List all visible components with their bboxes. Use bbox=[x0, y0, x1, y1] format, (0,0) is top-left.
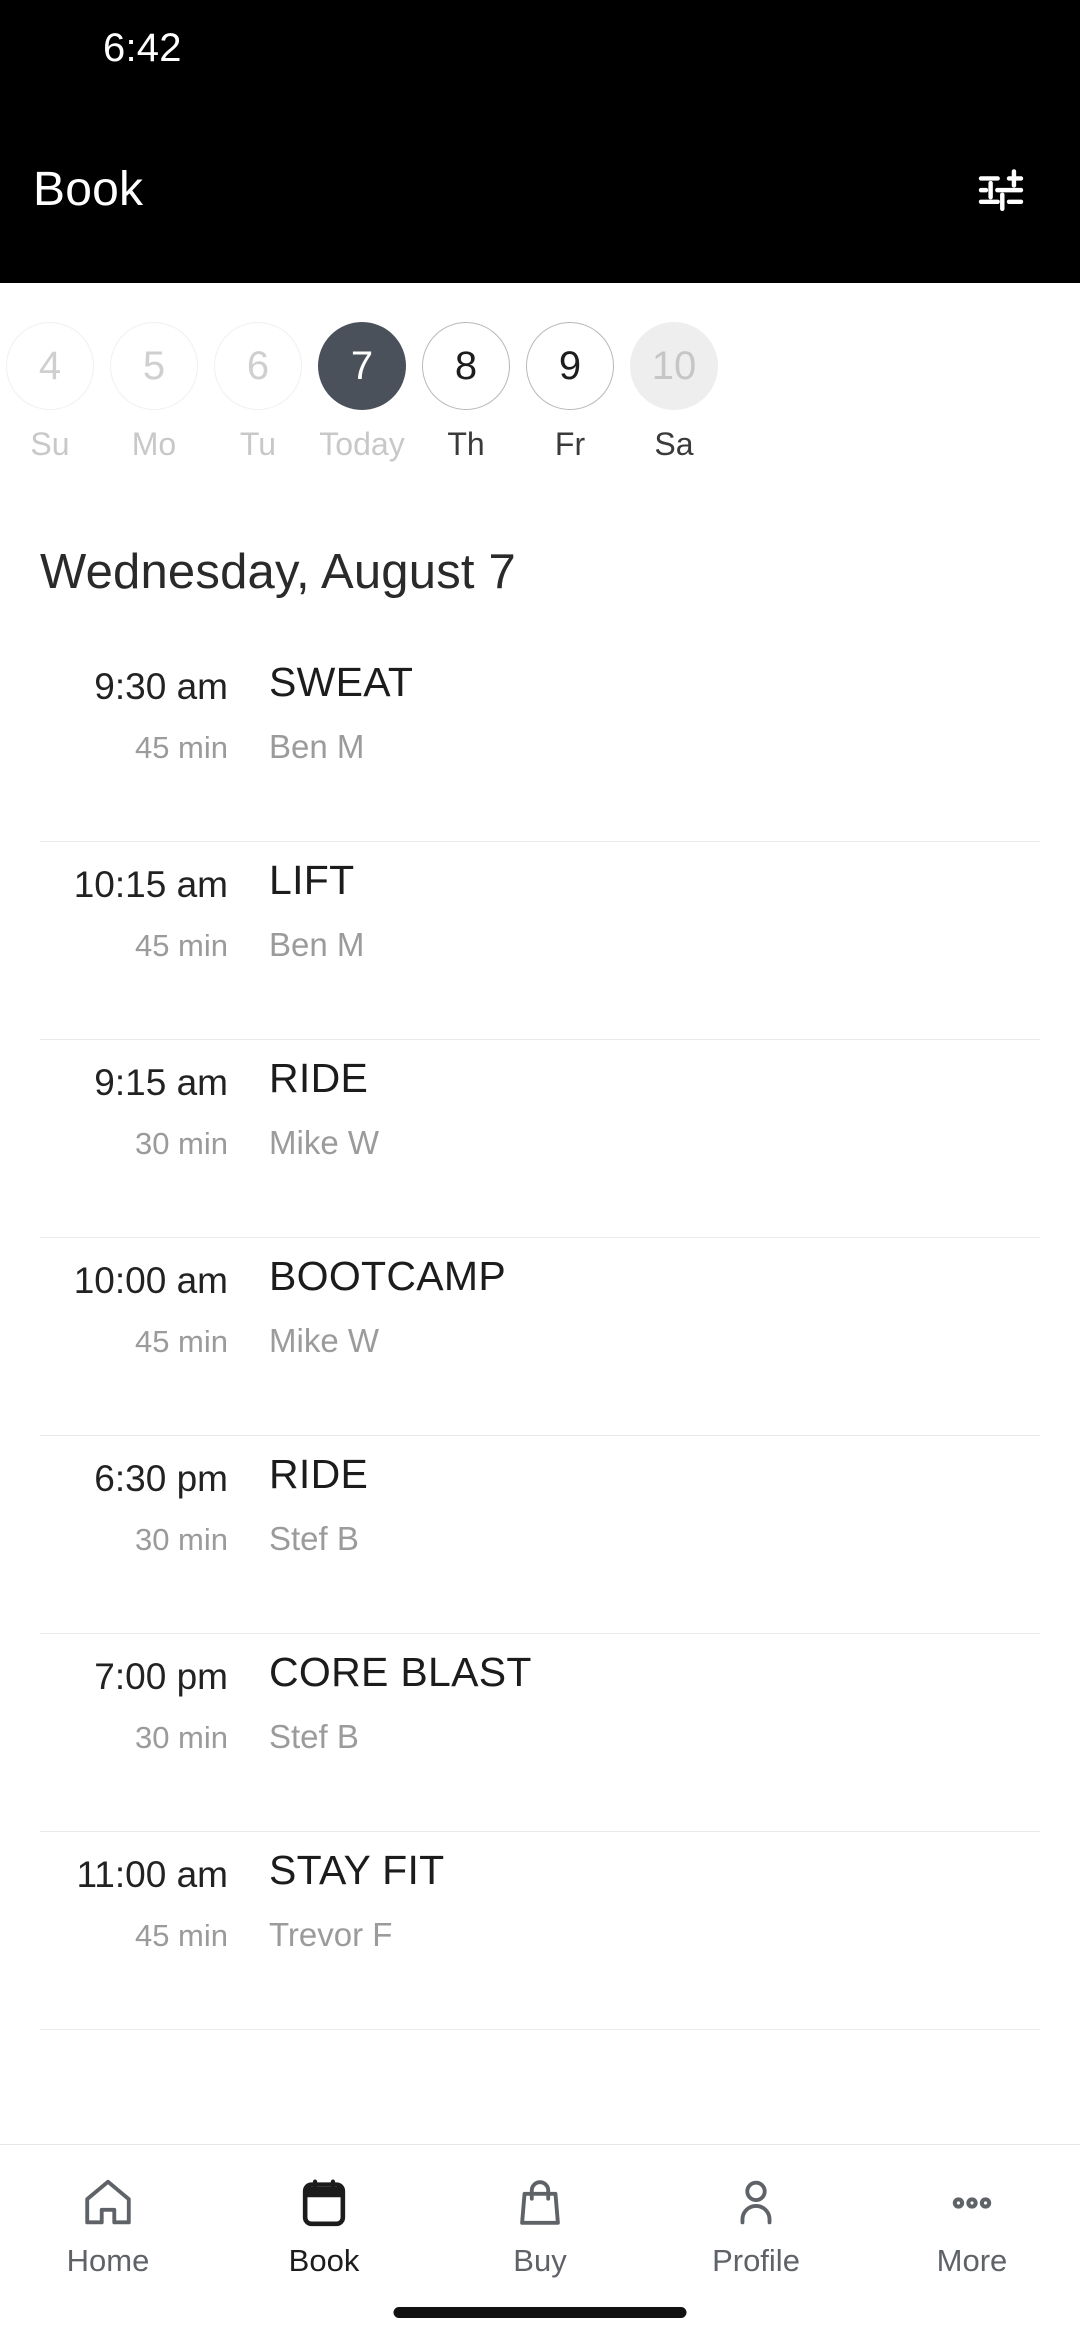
nav-label: More bbox=[936, 2243, 1008, 2278]
date-weekday: Su bbox=[30, 426, 70, 462]
class-duration: 45 min bbox=[134, 1917, 228, 1953]
class-duration: 30 min bbox=[134, 1125, 228, 1161]
date-chip-1[interactable]: 5 Mo bbox=[102, 283, 206, 460]
class-row[interactable]: 9:15 am 30 min RIDE Mike W bbox=[40, 1040, 1040, 1238]
class-row[interactable]: 11:00 am 45 min STAY FIT Trevor F bbox=[40, 1832, 1040, 2030]
nav-label: Buy bbox=[513, 2243, 567, 2278]
date-chip-4[interactable]: 8 Th bbox=[414, 283, 518, 460]
class-time-block: 10:15 am 45 min bbox=[40, 842, 228, 963]
nav-label: Profile bbox=[712, 2243, 800, 2278]
nav-item-buy[interactable]: Buy bbox=[432, 2171, 648, 2276]
app-screen: 6:42 Book 4 Su 5 Mo 6 Tu 7 Today 8 Th 9 … bbox=[0, 0, 1080, 2340]
selected-date-heading: Wednesday, August 7 bbox=[40, 545, 516, 599]
class-name: RIDE bbox=[269, 1055, 369, 1101]
class-duration: 45 min bbox=[134, 729, 228, 765]
class-info-block: SWEAT Ben M bbox=[228, 644, 1000, 767]
class-name: LIFT bbox=[269, 857, 355, 903]
home-icon bbox=[79, 2171, 137, 2235]
nav-item-book[interactable]: Book bbox=[216, 2171, 432, 2276]
class-duration: 45 min bbox=[134, 1323, 228, 1359]
person-icon bbox=[727, 2171, 785, 2235]
filter-button[interactable] bbox=[966, 155, 1036, 225]
date-weekday: Mo bbox=[131, 426, 177, 462]
date-circle: 9 bbox=[526, 322, 614, 410]
dots-icon bbox=[943, 2171, 1001, 2235]
date-chip-today-selected[interactable]: 7 Today bbox=[310, 283, 414, 460]
status-time: 6:42 bbox=[103, 26, 182, 70]
date-selector[interactable]: 4 Su 5 Mo 6 Tu 7 Today 8 Th 9 Fr 10 Sa bbox=[0, 283, 1080, 478]
date-weekday: Fr bbox=[554, 426, 586, 462]
class-name: STAY FIT bbox=[269, 1847, 445, 1893]
date-circle: 4 bbox=[6, 322, 94, 410]
date-weekday: Today bbox=[319, 426, 405, 462]
class-info-block: BOOTCAMP Mike W bbox=[228, 1238, 1000, 1361]
status-bar: 6:42 bbox=[0, 0, 1080, 96]
class-instructor: Stef B bbox=[269, 1520, 359, 1558]
class-info-block: LIFT Ben M bbox=[228, 842, 1000, 965]
class-name: RIDE bbox=[269, 1451, 369, 1497]
home-indicator[interactable] bbox=[393, 2307, 687, 2318]
date-weekday: Th bbox=[447, 426, 485, 462]
class-start-time: 10:00 am bbox=[73, 1260, 228, 1301]
class-list: 9:30 am 45 min SWEAT Ben M 10:15 am 45 m… bbox=[0, 644, 1080, 2144]
bag-icon bbox=[511, 2171, 569, 2235]
class-time-block: 9:15 am 30 min bbox=[40, 1040, 228, 1161]
nav-item-more[interactable]: More bbox=[864, 2171, 1080, 2276]
class-time-block: 9:30 am 45 min bbox=[40, 644, 228, 765]
nav-label: Home bbox=[66, 2243, 150, 2278]
class-start-time: 10:15 am bbox=[73, 864, 228, 905]
class-row[interactable]: 7:00 pm 30 min CORE BLAST Stef B bbox=[40, 1634, 1040, 1832]
class-start-time: 11:00 am bbox=[76, 1854, 228, 1895]
class-row[interactable]: 10:00 am 45 min BOOTCAMP Mike W bbox=[40, 1238, 1040, 1436]
class-time-block: 11:00 am 45 min bbox=[40, 1832, 228, 1953]
date-weekday: Tu bbox=[239, 426, 277, 462]
class-info-block: STAY FIT Trevor F bbox=[228, 1832, 1000, 1955]
page-title: Book bbox=[33, 163, 144, 216]
class-name: BOOTCAMP bbox=[269, 1253, 507, 1299]
date-circle: 5 bbox=[110, 322, 198, 410]
app-bar: Book bbox=[0, 96, 1080, 283]
class-row[interactable]: 6:30 pm 30 min RIDE Stef B bbox=[40, 1436, 1040, 1634]
class-instructor: Ben M bbox=[269, 926, 365, 964]
date-chip-5[interactable]: 9 Fr bbox=[518, 283, 622, 460]
date-circle: 6 bbox=[214, 322, 302, 410]
date-chip-6[interactable]: 10 Sa bbox=[622, 283, 726, 460]
class-start-time: 9:30 am bbox=[94, 666, 228, 707]
class-duration: 30 min bbox=[134, 1719, 228, 1755]
class-duration: 30 min bbox=[134, 1521, 228, 1557]
top-bar: 6:42 Book bbox=[0, 0, 1080, 283]
class-row[interactable]: 9:30 am 45 min SWEAT Ben M bbox=[40, 644, 1040, 842]
tune-filter-icon bbox=[978, 168, 1024, 211]
class-instructor: Ben M bbox=[269, 728, 365, 766]
date-chip-0[interactable]: 4 Su bbox=[0, 283, 102, 460]
class-time-block: 6:30 pm 30 min bbox=[40, 1436, 228, 1557]
nav-item-home[interactable]: Home bbox=[0, 2171, 216, 2276]
class-instructor: Stef B bbox=[269, 1718, 359, 1756]
class-row[interactable]: 10:15 am 45 min LIFT Ben M bbox=[40, 842, 1040, 1040]
calendar-icon bbox=[295, 2171, 353, 2235]
date-circle: 10 bbox=[630, 322, 718, 410]
date-circle: 8 bbox=[422, 322, 510, 410]
date-chip-2[interactable]: 6 Tu bbox=[206, 283, 310, 460]
class-info-block: RIDE Stef B bbox=[228, 1436, 1000, 1559]
class-start-time: 6:30 pm bbox=[94, 1458, 228, 1499]
nav-label: Book bbox=[288, 2243, 360, 2278]
nav-item-profile[interactable]: Profile bbox=[648, 2171, 864, 2276]
class-time-block: 10:00 am 45 min bbox=[40, 1238, 228, 1359]
class-info-block: CORE BLAST Stef B bbox=[228, 1634, 1000, 1757]
class-instructor: Trevor F bbox=[269, 1916, 393, 1954]
class-instructor: Mike W bbox=[269, 1322, 379, 1360]
date-circle: 7 bbox=[318, 322, 406, 410]
class-start-time: 9:15 am bbox=[94, 1062, 228, 1103]
class-name: SWEAT bbox=[269, 659, 414, 705]
class-start-time: 7:00 pm bbox=[94, 1656, 228, 1697]
class-duration: 45 min bbox=[134, 927, 228, 963]
class-time-block: 7:00 pm 30 min bbox=[40, 1634, 228, 1755]
class-name: CORE BLAST bbox=[269, 1649, 532, 1695]
date-weekday: Sa bbox=[654, 426, 694, 462]
class-info-block: RIDE Mike W bbox=[228, 1040, 1000, 1163]
class-instructor: Mike W bbox=[269, 1124, 379, 1162]
